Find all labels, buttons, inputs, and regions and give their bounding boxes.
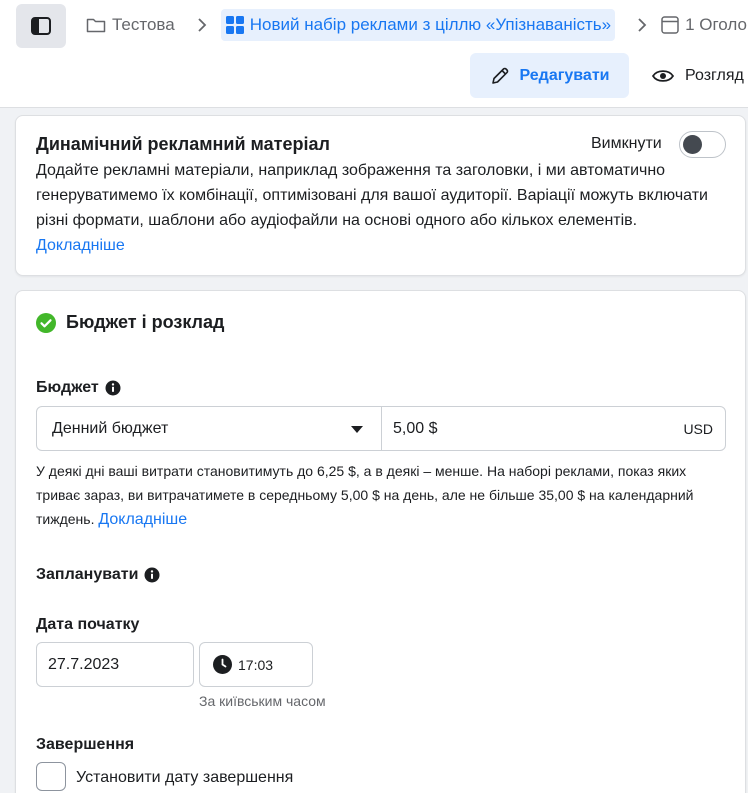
info-icon[interactable] [144,567,160,583]
review-button-label: Розгляд [685,66,744,84]
dynamic-creative-toggle[interactable] [679,131,726,158]
breadcrumb-ad[interactable]: 1 Оголо [661,15,747,35]
info-icon[interactable] [105,380,121,396]
sidebar-toggle-button[interactable] [16,4,66,48]
edit-button[interactable]: Редагувати [470,53,629,98]
learn-more-link[interactable]: Докладніше [36,237,125,254]
start-date-value: 27.7.2023 [48,655,120,673]
schedule-label: Запланувати [36,566,139,583]
start-time-input[interactable]: 17:03 [199,642,313,687]
eye-icon [652,69,674,82]
currency-label: USD [683,421,713,437]
chevron-right-icon [637,18,647,32]
dynamic-creative-card: Динамічний рекламний матеріал Вимкнути Д… [15,115,746,276]
breadcrumb-campaign[interactable]: Тестова [86,15,175,35]
caret-down-icon [351,426,363,433]
breadcrumb: Тестова Новий набір реклами з ціллю «Упі… [86,9,747,41]
dynamic-creative-title: Динамічний рекламний матеріал [36,134,330,154]
budget-schedule-header: Бюджет і розклад [36,312,224,333]
start-date-label: Дата початку [36,616,140,633]
budget-learn-more-link[interactable]: Докладніше [98,511,187,528]
top-bar: Тестова Новий набір реклами з ціллю «Упі… [0,0,748,108]
budget-schedule-card: Бюджет і розклад Бюджет Денний бюджет 5,… [15,290,746,793]
start-time-value: 17:03 [238,656,274,673]
budget-label: Бюджет [36,379,99,396]
ad-window-icon [661,16,679,34]
folder-icon [86,18,106,33]
budget-amount-value: 5,00 $ [393,419,438,437]
budget-schedule-title: Бюджет і розклад [66,312,225,332]
budget-note: У деякі дні ваші витрати становитимуть д… [36,459,726,532]
edit-button-label: Редагувати [519,66,610,84]
breadcrumb-campaign-label: Тестова [112,15,175,34]
budget-type-select[interactable]: Денний бюджет [36,406,382,451]
budget-type-value: Денний бюджет [52,419,169,437]
budget-amount-input[interactable]: 5,00 $ USD [381,406,726,451]
timezone-note: За київським часом [199,693,326,709]
sidebar-panel-icon [31,17,51,35]
start-date-input[interactable]: 27.7.2023 [36,642,194,687]
end-label: Завершення [36,736,135,753]
grid-icon [225,16,244,34]
clock-icon [213,655,232,674]
review-button[interactable]: Розгляд [652,53,744,98]
breadcrumb-ad-set[interactable]: Новий набір реклами з ціллю «Упізнаваніс… [220,9,616,41]
dynamic-creative-description-text: Додайте рекламні матеріали, наприклад зо… [36,162,708,229]
pencil-icon [491,67,508,84]
budget-label-row: Бюджет [36,379,121,397]
toggle-knob [683,135,702,154]
end-date-checkbox-label[interactable]: Установити дату завершення [76,769,293,787]
end-date-checkbox[interactable] [36,762,66,791]
chevron-right-icon [197,18,207,32]
breadcrumb-ad-set-label: Новий набір реклами з ціллю «Упізнаваніс… [249,15,612,34]
breadcrumb-ad-label: 1 Оголо [685,15,747,34]
dynamic-creative-description: Додайте рекламні матеріали, наприклад зо… [36,158,726,258]
dynamic-creative-toggle-label: Вимкнути [591,135,662,152]
check-circle-icon [36,312,56,333]
schedule-label-row: Запланувати [36,566,160,584]
